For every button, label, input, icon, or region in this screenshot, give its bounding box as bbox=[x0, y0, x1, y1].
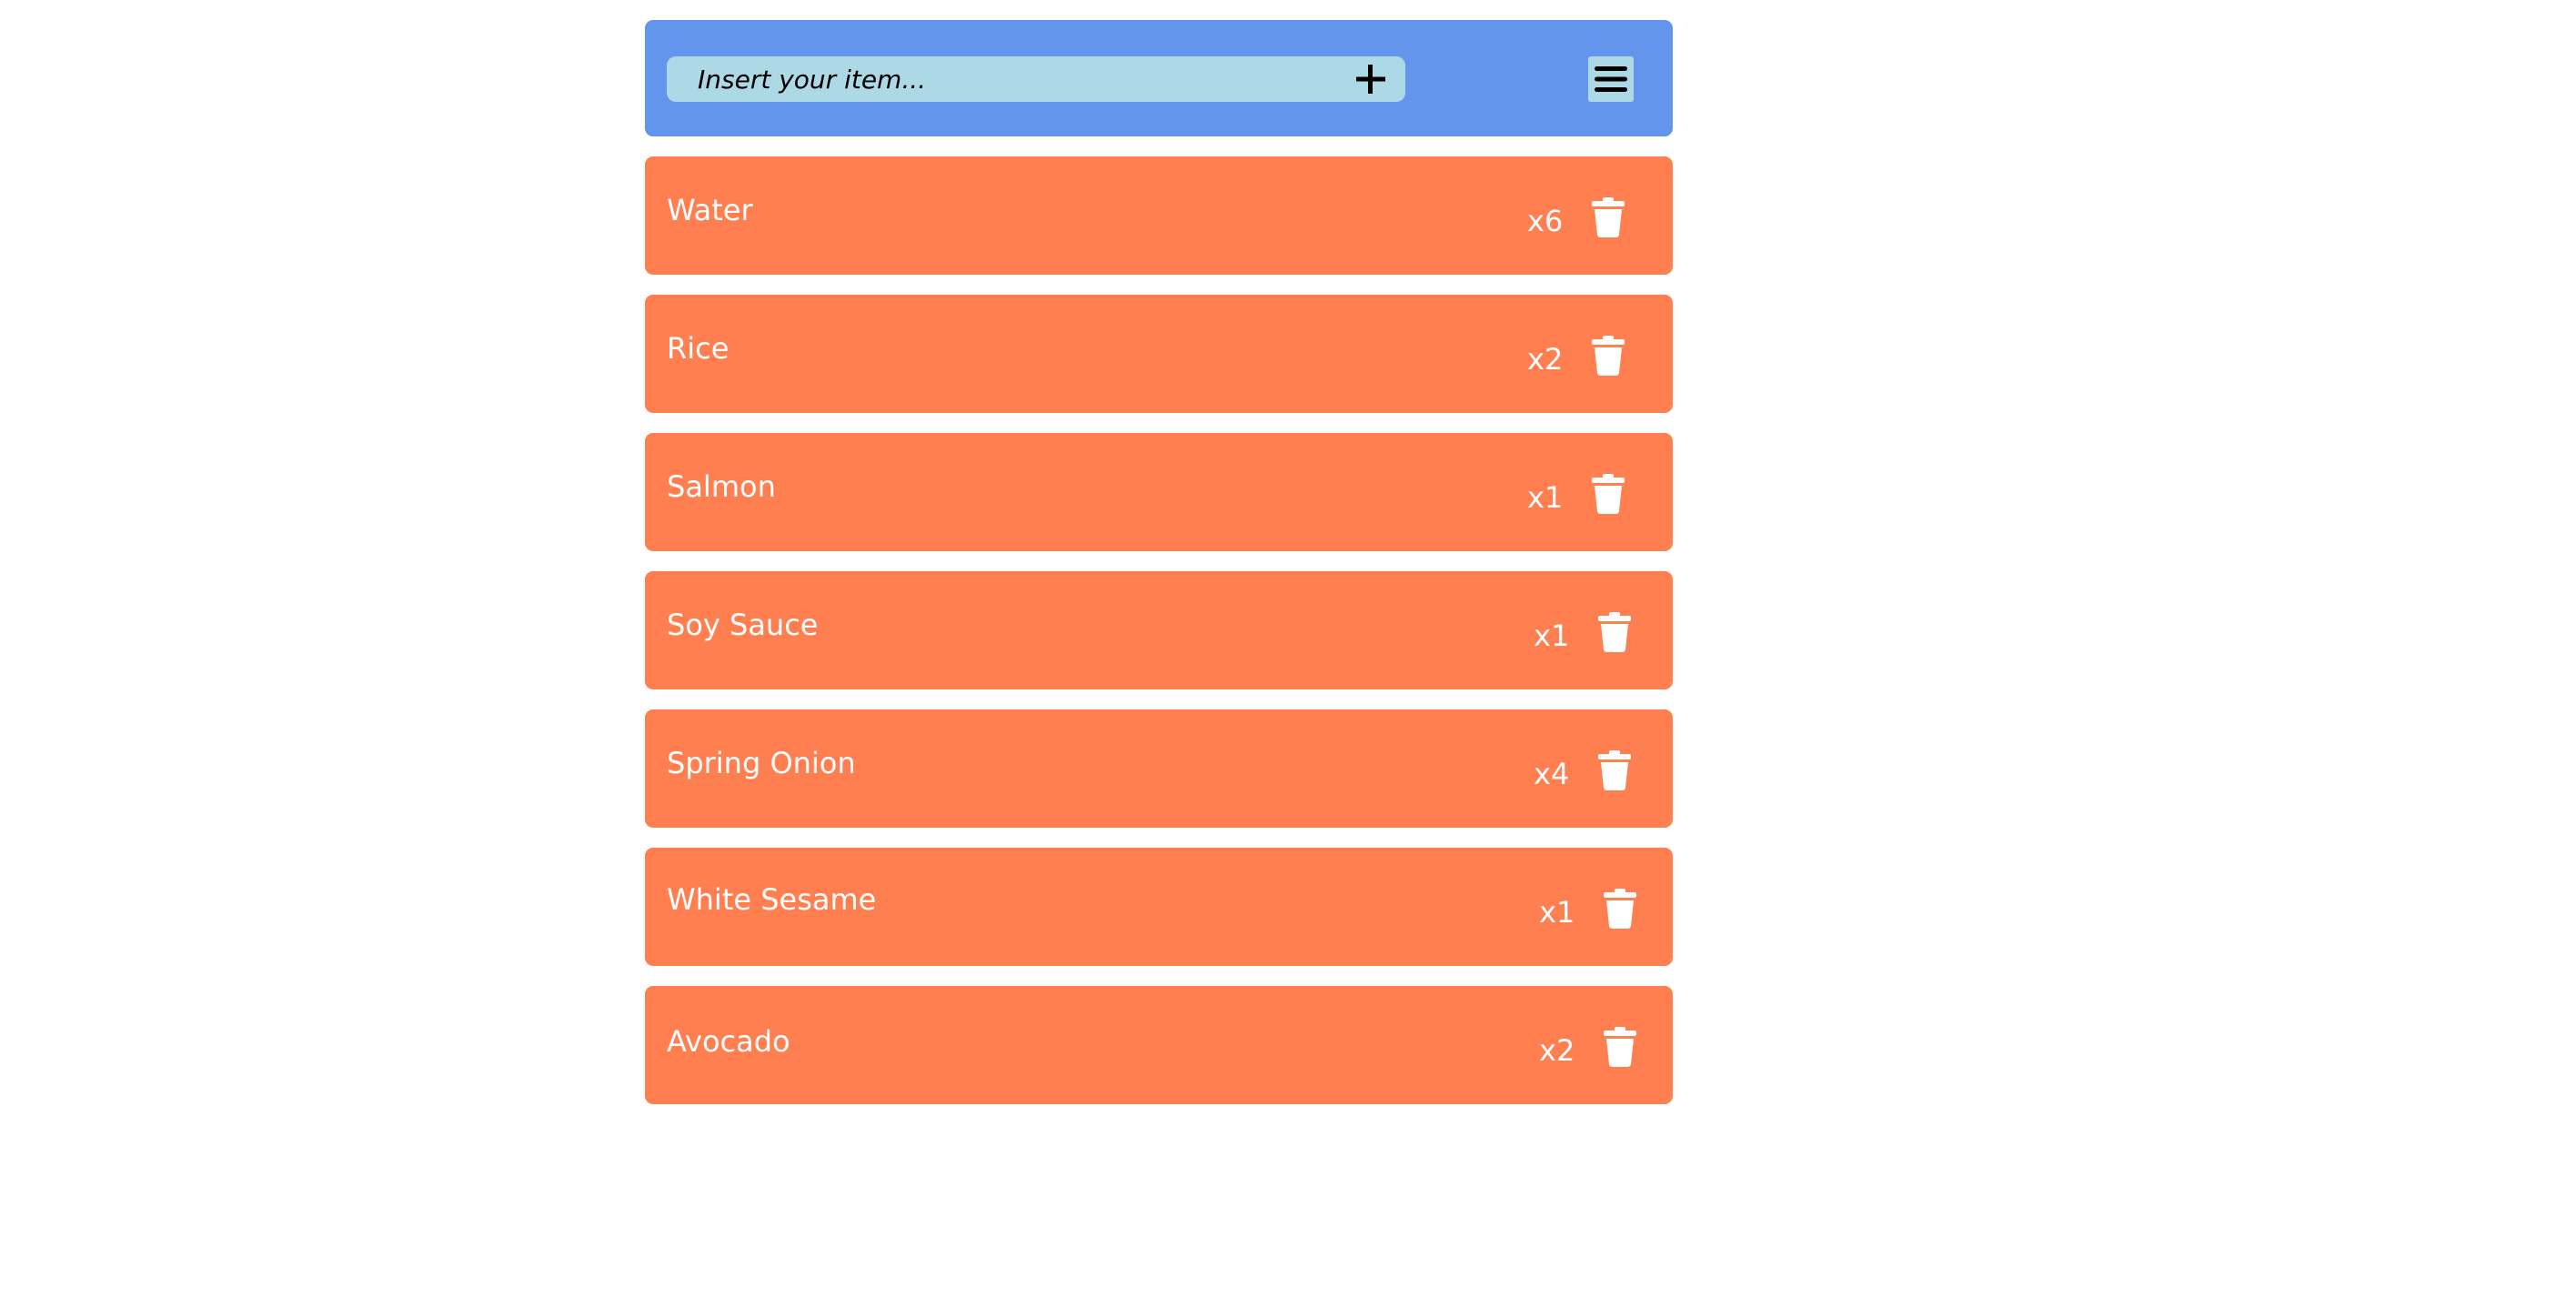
item-quantity: x1 bbox=[1539, 895, 1575, 930]
item-name: Salmon bbox=[667, 469, 776, 504]
item-quantity: x6 bbox=[1527, 204, 1564, 238]
item-quantity: x2 bbox=[1527, 342, 1564, 377]
list-item: White Sesame x1 bbox=[645, 848, 1673, 966]
hamburger-menu-icon[interactable] bbox=[1588, 56, 1634, 102]
item-quantity: x2 bbox=[1539, 1033, 1575, 1068]
item-name: Avocado bbox=[667, 1024, 790, 1059]
shopping-list-app: Water x6 Rice x2 Salmon x1 Soy Sauce x1 … bbox=[645, 20, 1673, 1104]
trash-icon[interactable] bbox=[1602, 1026, 1638, 1068]
list-item: Spring Onion x4 bbox=[645, 709, 1673, 828]
item-name: Soy Sauce bbox=[667, 608, 819, 642]
item-input[interactable] bbox=[698, 56, 1334, 102]
list-item: Soy Sauce x1 bbox=[645, 571, 1673, 689]
item-name: Water bbox=[667, 193, 753, 227]
item-name: Spring Onion bbox=[667, 746, 856, 780]
item-input-container bbox=[667, 56, 1405, 102]
item-quantity: x1 bbox=[1534, 618, 1570, 653]
trash-icon[interactable] bbox=[1596, 749, 1633, 791]
header-bar bbox=[645, 20, 1673, 136]
list-item: Avocado x2 bbox=[645, 986, 1673, 1104]
trash-icon[interactable] bbox=[1590, 473, 1626, 515]
trash-icon[interactable] bbox=[1602, 888, 1638, 930]
trash-icon[interactable] bbox=[1590, 196, 1626, 238]
item-name: White Sesame bbox=[667, 882, 877, 917]
item-list: Water x6 Rice x2 Salmon x1 Soy Sauce x1 … bbox=[645, 156, 1673, 1104]
item-quantity: x1 bbox=[1527, 480, 1564, 515]
item-quantity: x4 bbox=[1534, 757, 1570, 791]
list-item: Water x6 bbox=[645, 156, 1673, 275]
plus-icon[interactable] bbox=[1353, 61, 1389, 97]
list-item: Rice x2 bbox=[645, 295, 1673, 413]
item-name: Rice bbox=[667, 331, 730, 366]
trash-icon[interactable] bbox=[1590, 335, 1626, 377]
list-item: Salmon x1 bbox=[645, 433, 1673, 551]
trash-icon[interactable] bbox=[1596, 611, 1633, 653]
